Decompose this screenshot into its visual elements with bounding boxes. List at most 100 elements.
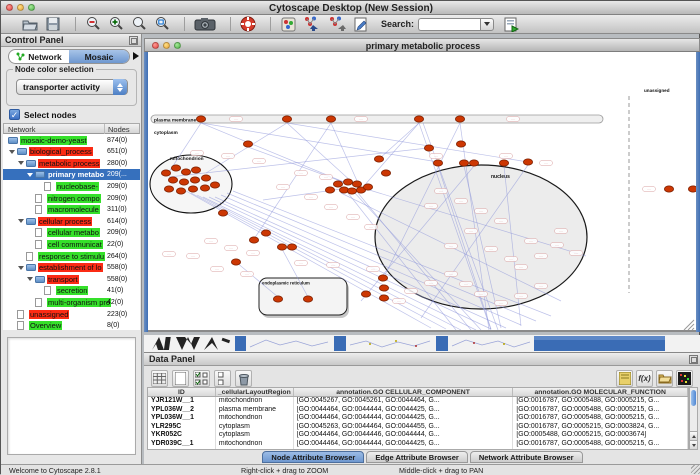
table-cell[interactable]: [GO:0044464, GO:0044444, GO:0044425, G..… bbox=[294, 440, 514, 449]
tree-item-label[interactable]: transport bbox=[47, 275, 79, 284]
tree-item-label[interactable]: primary metabo bbox=[47, 170, 105, 179]
tree-row[interactable]: cellular metabo209(0) bbox=[3, 227, 140, 239]
window-border-right[interactable] bbox=[696, 52, 700, 332]
tree-item-label[interactable]: nitrogen compo bbox=[47, 194, 101, 203]
tree-col-divider[interactable] bbox=[104, 124, 105, 134]
birdseye-navigator[interactable] bbox=[7, 337, 136, 455]
tree-row[interactable]: metabolic process280(0) bbox=[3, 157, 140, 169]
zoom-selected-icon[interactable] bbox=[130, 16, 148, 33]
tree-item-label[interactable]: response to stimulu bbox=[38, 252, 105, 261]
network-node[interactable] bbox=[201, 175, 210, 181]
network-node[interactable] bbox=[249, 237, 258, 243]
network-node[interactable] bbox=[176, 188, 185, 194]
table-row[interactable]: YLR295Ccytoplasm[GO:0045263, GO:0044464,… bbox=[148, 423, 688, 432]
tab-network[interactable]: Network bbox=[9, 50, 69, 63]
network-node[interactable] bbox=[277, 244, 286, 250]
search-options-icon[interactable] bbox=[502, 16, 520, 33]
network-node[interactable] bbox=[191, 167, 200, 173]
network-node[interactable] bbox=[282, 116, 291, 122]
tree-item-label[interactable]: secretion bbox=[56, 286, 88, 295]
formula-builder-icon[interactable]: f(x) bbox=[636, 370, 653, 387]
disclosure-triangle-icon[interactable] bbox=[18, 219, 24, 223]
network-node[interactable] bbox=[218, 210, 227, 216]
disclosure-triangle-icon[interactable] bbox=[27, 173, 33, 177]
table-row[interactable]: YPL036W__2plasma membrane[GO:0044464, GO… bbox=[148, 406, 688, 415]
table-column-header[interactable]: ID bbox=[148, 388, 216, 396]
network-node[interactable] bbox=[303, 296, 312, 302]
network-node[interactable] bbox=[181, 169, 190, 175]
table-cell[interactable]: YJR121W__1 bbox=[148, 397, 216, 406]
table-cell[interactable]: plasma membrane bbox=[216, 406, 294, 415]
network-node[interactable] bbox=[374, 156, 383, 162]
tree-row[interactable]: macromolecule311(0) bbox=[3, 204, 140, 216]
network-node[interactable] bbox=[523, 159, 532, 165]
network-node[interactable] bbox=[499, 160, 508, 166]
app-titlebar[interactable]: Cytoscape Desktop (New Session) bbox=[1, 1, 700, 15]
disclosure-triangle-icon[interactable] bbox=[9, 150, 15, 154]
table-row[interactable]: YPL036W__1mitochondrion[GO:0044464, GO:0… bbox=[148, 414, 688, 423]
tab-mosaic[interactable]: Mosaic bbox=[69, 50, 129, 63]
select-attributes-icon[interactable] bbox=[193, 370, 210, 387]
table-cell[interactable]: [GO:0016787, GO:0005215, GO:0003824, G..… bbox=[513, 423, 688, 432]
network-node[interactable] bbox=[664, 186, 673, 192]
tree-item-label[interactable]: nucleobase- bbox=[56, 182, 99, 191]
table-cell[interactable]: cytoplasm bbox=[216, 423, 294, 432]
table-column-header[interactable]: annotation.GO CELLULAR_COMPONENT bbox=[294, 388, 514, 396]
network-node[interactable] bbox=[469, 160, 478, 166]
network-node[interactable] bbox=[352, 181, 361, 187]
network-node[interactable] bbox=[164, 186, 173, 192]
table-row[interactable]: YKR052Ccytoplasm[GO:0044464, GO:0044446,… bbox=[148, 431, 688, 440]
network-node[interactable] bbox=[433, 160, 442, 166]
network-node[interactable] bbox=[333, 181, 342, 187]
tree-row[interactable]: cell communicat22(0) bbox=[3, 238, 140, 250]
tab-node-attribute-browser[interactable]: Node Attribute Browser bbox=[262, 451, 364, 463]
network-node[interactable] bbox=[168, 177, 177, 183]
tab-edge-attribute-browser[interactable]: Edge Attribute Browser bbox=[366, 451, 467, 463]
network-node[interactable] bbox=[381, 170, 390, 176]
new-attribute-icon[interactable] bbox=[172, 370, 189, 387]
network-node[interactable] bbox=[361, 291, 370, 297]
tree-row[interactable]: secretion41(0) bbox=[3, 285, 140, 297]
table-cell[interactable]: cytoplasm bbox=[216, 431, 294, 440]
background-windows-strip[interactable] bbox=[144, 335, 700, 353]
network-node[interactable] bbox=[273, 296, 282, 302]
tree-row[interactable]: unassigned223(0) bbox=[3, 308, 140, 320]
table-cell[interactable]: YKR052C bbox=[148, 431, 216, 440]
table-cell[interactable]: [GO:0016787, GO:0005488, GO:0005215, G..… bbox=[513, 440, 688, 449]
open-session-icon[interactable] bbox=[21, 16, 39, 33]
table-scrollbar[interactable] bbox=[689, 387, 698, 450]
table-cell[interactable]: YDR039C__1 bbox=[148, 440, 216, 449]
tree-row[interactable]: primary metabo209(... bbox=[3, 169, 140, 181]
network-node[interactable] bbox=[188, 186, 197, 192]
network-canvas[interactable]: plasma membranecytoplasmmitochondrionnuc… bbox=[148, 52, 696, 332]
tree-item-label[interactable]: cell communicat bbox=[47, 240, 103, 249]
annotation-icon[interactable] bbox=[352, 16, 370, 33]
network-window-titlebar[interactable]: primary metabolic process bbox=[144, 38, 700, 52]
tree-item-label[interactable]: Overview bbox=[29, 321, 62, 330]
unselect-attributes-icon[interactable] bbox=[214, 370, 231, 387]
table-cell[interactable]: YPL036W__1 bbox=[148, 414, 216, 423]
tree-row[interactable]: establishment of lo558(0) bbox=[3, 262, 140, 274]
network-node[interactable] bbox=[243, 141, 252, 147]
export-network-icon[interactable] bbox=[327, 16, 347, 33]
tree-item-label[interactable]: metabolic process bbox=[38, 159, 100, 168]
zoom-in-icon[interactable] bbox=[107, 16, 125, 33]
tree-row[interactable]: Overview8(0) bbox=[3, 320, 140, 330]
table-cell[interactable]: [GO:0016787, GO:0005488, GO:0005215, G..… bbox=[513, 397, 688, 406]
tree-row[interactable]: multi-organism pro42(0) bbox=[3, 296, 140, 308]
network-node[interactable] bbox=[343, 179, 352, 185]
snapshot-icon[interactable] bbox=[193, 16, 217, 33]
network-node[interactable] bbox=[379, 285, 388, 291]
canvas-resize-grip[interactable] bbox=[684, 320, 694, 330]
table-cell[interactable]: mitochondrion bbox=[216, 440, 294, 449]
table-header[interactable]: ID_cellularLayoutRegionannotation.GO CEL… bbox=[147, 387, 689, 397]
import-network-icon[interactable] bbox=[302, 16, 322, 33]
tree-row[interactable]: cellular process614(0) bbox=[3, 215, 140, 227]
table-cell[interactable]: [GO:0044464, GO:0044444, GO:0044425, G..… bbox=[294, 414, 514, 423]
network-node[interactable] bbox=[261, 230, 270, 236]
network-node[interactable] bbox=[363, 184, 372, 190]
tabs-overflow-arrow[interactable] bbox=[133, 52, 139, 60]
network-node[interactable] bbox=[161, 170, 170, 176]
vizmapper-icon[interactable] bbox=[279, 16, 297, 33]
node-color-dropdown[interactable]: transporter activity bbox=[16, 79, 128, 95]
